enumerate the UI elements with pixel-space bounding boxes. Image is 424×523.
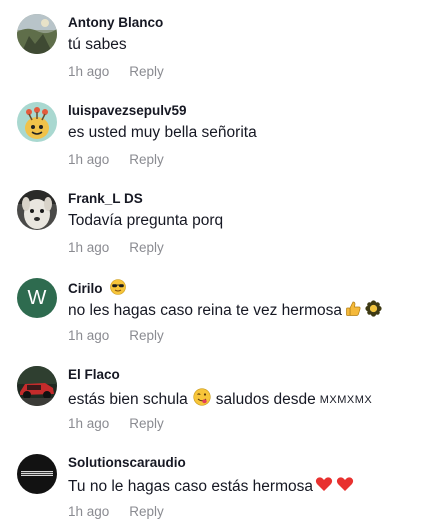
comment-item: Antony Blanco tú sabes 1h ago Reply [0, 0, 424, 88]
sunglasses-face-emoji [109, 279, 126, 298]
comment-text: Todavía pregunta porq [68, 212, 224, 229]
reply-button[interactable]: Reply [129, 64, 164, 79]
comment-text: estás bien schula saludos desde MXMXMX [68, 388, 372, 411]
cartoon-creature-avatar[interactable] [17, 102, 57, 142]
red-car-avatar[interactable] [17, 366, 57, 406]
comment-time: 1h ago [68, 416, 110, 431]
comment-username[interactable]: Antony Blanco [68, 15, 163, 30]
comment-item: Solutionscaraudio Tu no le hagas caso es… [0, 440, 424, 523]
comment-username[interactable]: Solutionscaraudio [68, 455, 186, 470]
comment-username[interactable]: Frank_L DS [68, 191, 143, 206]
dog-photo-avatar[interactable] [17, 190, 57, 230]
thumbs-up-emoji [345, 300, 362, 322]
logo-avatar[interactable] [17, 454, 57, 494]
comment-time: 1h ago [68, 328, 110, 343]
avatar-letter: W [27, 286, 47, 309]
comment-meta: 1h ago Reply [68, 328, 164, 343]
reply-button[interactable]: Reply [129, 416, 164, 431]
letter-avatar[interactable]: W [17, 278, 57, 318]
comment-text: tú sabes [68, 36, 127, 53]
comment-text-small: MXMXMX [319, 393, 373, 406]
reply-button[interactable]: Reply [129, 152, 164, 167]
comment-username[interactable]: Cirilo [68, 279, 126, 298]
comment-time: 1h ago [68, 240, 110, 255]
comment-meta: 1h ago Reply [68, 504, 164, 519]
comment-time: 1h ago [68, 504, 110, 519]
flower-emoji [365, 300, 382, 322]
comment-text: no les hagas caso reina te vez hermosa [68, 300, 382, 322]
reply-button[interactable]: Reply [129, 504, 164, 519]
reply-button[interactable]: Reply [129, 328, 164, 343]
comment-item: El Flaco estás bien schula saludos desde… [0, 352, 424, 440]
reply-button[interactable]: Reply [129, 240, 164, 255]
comment-item: luispavezsepulv59 es usted muy bella señ… [0, 88, 424, 176]
comment-meta: 1h ago Reply [68, 416, 164, 431]
landscape-photo-avatar[interactable] [17, 14, 57, 54]
comment-text: Tu no le hagas caso estás hermosa [68, 476, 354, 497]
comment-text: es usted muy bella señorita [68, 124, 257, 141]
comment-username[interactable]: El Flaco [68, 367, 120, 382]
comment-time: 1h ago [68, 64, 110, 79]
comment-list: Antony Blanco tú sabes 1h ago Reply luis… [0, 0, 424, 523]
face-savoring-emoji [193, 388, 211, 411]
comment-meta: 1h ago Reply [68, 240, 164, 255]
comment-username[interactable]: luispavezsepulv59 [68, 103, 187, 118]
red-heart-emoji [315, 476, 333, 497]
comment-meta: 1h ago Reply [68, 64, 164, 79]
comment-time: 1h ago [68, 152, 110, 167]
comment-item: Frank_L DS Todavía pregunta porq 1h ago … [0, 176, 424, 264]
comment-meta: 1h ago Reply [68, 152, 164, 167]
red-heart-emoji [336, 476, 354, 497]
comment-item: W Cirilo no les hagas caso reina te vez … [0, 264, 424, 352]
